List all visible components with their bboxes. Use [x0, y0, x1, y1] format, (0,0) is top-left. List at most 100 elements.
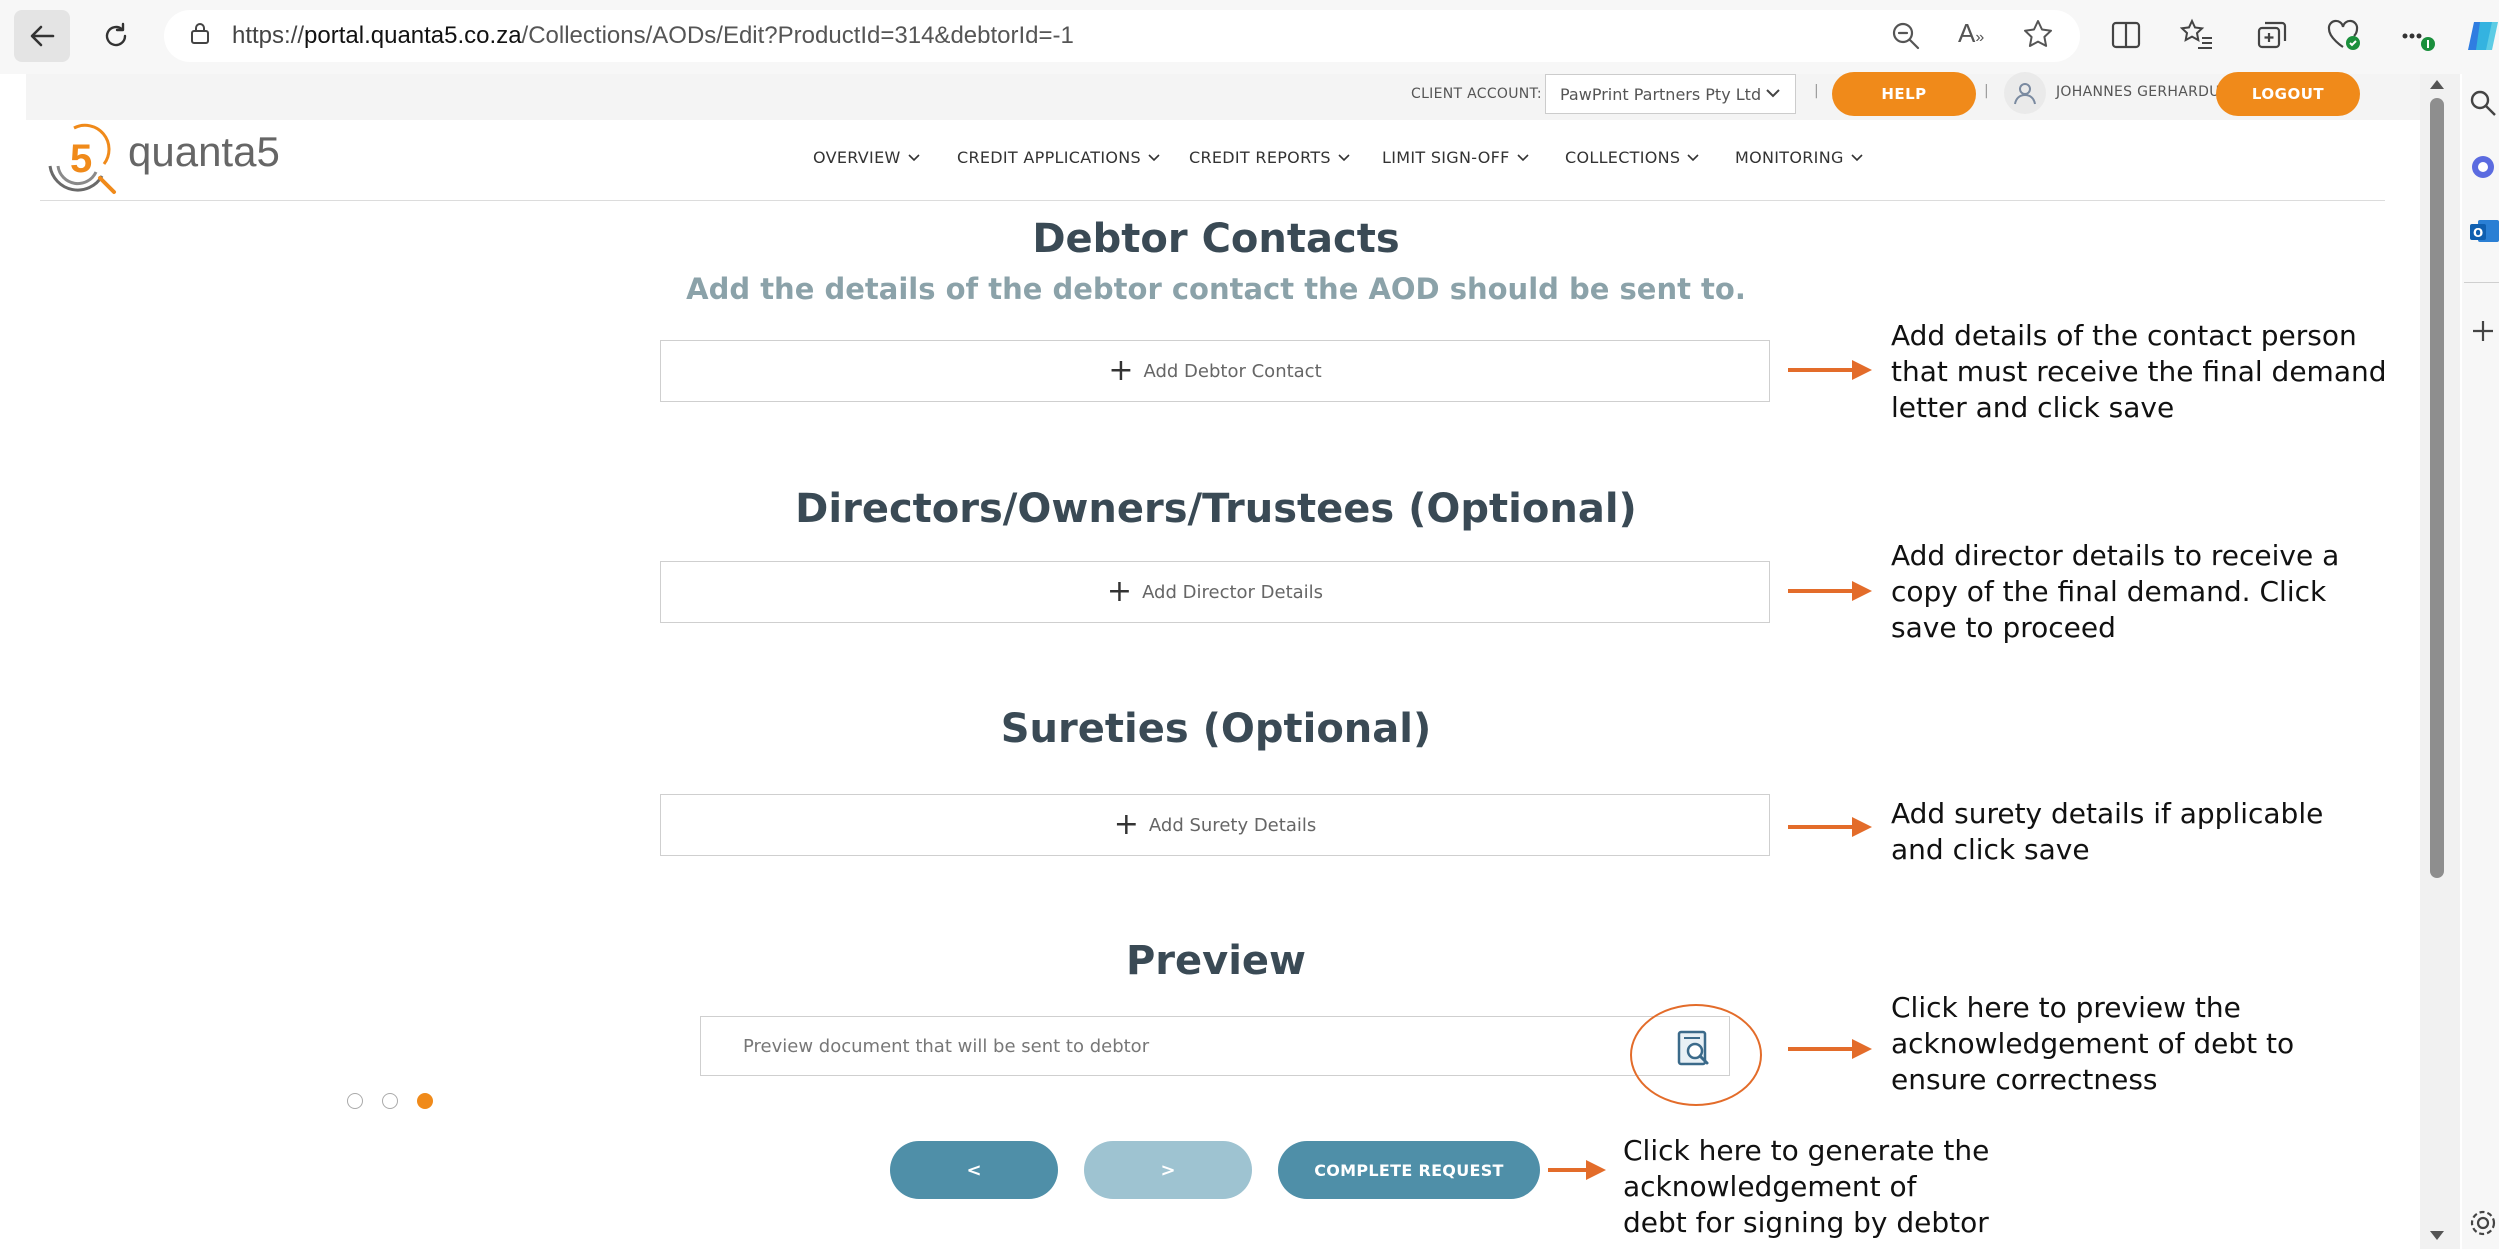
add-surety-details-label: Add Surety Details	[1148, 814, 1317, 836]
copilot-icon[interactable]	[2466, 18, 2499, 58]
chevron-down-icon	[1338, 153, 1350, 161]
note-line: letter and click save	[1891, 391, 2175, 424]
help-button[interactable]: HELP	[1832, 72, 1976, 116]
zoom-out-icon[interactable]	[1890, 20, 1922, 56]
add-surety-details-button[interactable]: + Add Surety Details	[660, 794, 1770, 856]
add-director-details-label: Add Director Details	[1142, 581, 1324, 603]
scroll-up-icon[interactable]	[2428, 76, 2446, 95]
preview-title: Preview	[1125, 938, 1307, 984]
user-name: JOHANNES GERHARDUS	[2056, 84, 2229, 100]
annotation-debtor-contact: Add details of the contact person that m…	[1891, 318, 2387, 426]
nav-overview[interactable]: OVERVIEW	[813, 148, 921, 167]
svg-text:5: 5	[70, 137, 92, 181]
step-dot-2[interactable]	[382, 1093, 398, 1109]
arrowhead-icon	[1586, 1160, 1606, 1180]
nav-credit-reports[interactable]: CREDIT REPORTS	[1189, 148, 1351, 167]
annotation-highlight-circle	[1630, 1004, 1762, 1106]
copilot-sidebar-icon[interactable]	[2468, 152, 2499, 186]
scroll-down-icon[interactable]	[2428, 1228, 2446, 1247]
note-line: debt for signing by debtor	[1623, 1206, 1989, 1239]
browser-sidebar	[2462, 74, 2499, 1249]
nav-limit-sign-off[interactable]: LIMIT SIGN-OFF	[1382, 148, 1530, 167]
read-aloud-icon[interactable]: A»	[1958, 18, 1984, 49]
client-account-label: CLIENT ACCOUNT:	[1411, 86, 1542, 102]
annotation-arrow	[1788, 589, 1854, 593]
step-dot-1[interactable]	[347, 1093, 363, 1109]
user-avatar-icon[interactable]	[2004, 72, 2046, 114]
plus-icon: +	[1113, 807, 1139, 842]
client-account-value: PawPrint Partners Pty Ltd	[1560, 84, 1762, 104]
debtor-contacts-subtitle: Add the details of the debtor contact th…	[686, 272, 1746, 306]
header-divider	[40, 200, 2385, 201]
browser-essentials-icon[interactable]	[2326, 18, 2362, 56]
annotation-preview: Click here to preview the acknowledgemen…	[1891, 990, 2294, 1098]
split-screen-icon[interactable]	[2110, 20, 2142, 54]
refresh-icon[interactable]	[88, 10, 144, 62]
step-dot-3-active[interactable]	[417, 1093, 433, 1109]
url-prefix: https://	[232, 22, 305, 49]
plus-icon: +	[1106, 574, 1133, 609]
annotation-arrow	[1788, 1047, 1854, 1051]
add-director-details-button[interactable]: + Add Director Details	[660, 561, 1770, 623]
separator: |	[1814, 83, 1820, 99]
annotation-arrow	[1788, 368, 1854, 372]
complete-request-button[interactable]: COMPLETE REQUEST	[1278, 1141, 1540, 1199]
preview-field: Preview document that will be sent to de…	[700, 1016, 1730, 1076]
chevron-down-icon	[1517, 153, 1529, 161]
note-line: copy of the final demand. Click	[1891, 575, 2327, 608]
url-host: portal.quanta5.co.za	[304, 22, 522, 49]
note-line: Click here to generate the	[1623, 1134, 1990, 1167]
address-bar[interactable]: https://portal.quanta5.co.za/Collections…	[164, 10, 2080, 62]
arrowhead-icon	[1852, 817, 1872, 837]
note-line: Add details of the contact person	[1891, 319, 2357, 352]
chevron-down-icon	[1851, 153, 1863, 161]
nav-label: CREDIT APPLICATIONS	[957, 148, 1141, 167]
annotation-complete: Click here to generate the acknowledgeme…	[1623, 1133, 1989, 1241]
nav-label: CREDIT REPORTS	[1189, 148, 1331, 167]
note-line: Click here to preview the	[1891, 991, 2241, 1024]
svg-text:O: O	[2473, 226, 2483, 240]
nav-label: LIMIT SIGN-OFF	[1382, 148, 1510, 167]
chevron-down-icon	[1765, 85, 1781, 105]
debtor-contacts-title: Debtor Contacts	[1032, 216, 1400, 262]
arrowhead-icon	[1852, 1039, 1872, 1059]
scrollbar-thumb[interactable]	[2430, 98, 2444, 878]
annotation-director: Add director details to receive a copy o…	[1891, 538, 2339, 646]
sureties-title: Sureties (Optional)	[1000, 706, 1432, 752]
settings-gear-icon[interactable]	[2468, 1208, 2498, 1242]
next-button[interactable]: >	[1084, 1141, 1252, 1199]
sidebar-divider	[2464, 282, 2499, 283]
search-icon[interactable]	[2468, 88, 2498, 122]
note-line: acknowledgement of debt to	[1891, 1027, 2295, 1060]
logo-text: quanta5	[128, 128, 280, 175]
nav-monitoring[interactable]: MONITORING	[1735, 148, 1864, 167]
favorite-star-icon[interactable]	[2022, 18, 2054, 54]
note-line: ensure correctness	[1891, 1063, 2158, 1096]
collections-icon[interactable]	[2256, 20, 2288, 54]
separator: |	[1984, 83, 1990, 99]
favorites-list-icon[interactable]	[2179, 18, 2214, 54]
back-arrow-icon[interactable]	[14, 10, 70, 62]
annotation-surety: Add surety details if applicable and cli…	[1891, 796, 2323, 868]
add-debtor-contact-button[interactable]: + Add Debtor Contact	[660, 340, 1770, 402]
preview-placeholder: Preview document that will be sent to de…	[743, 1035, 1150, 1057]
outlook-icon[interactable]: O	[2468, 216, 2499, 250]
plus-icon: +	[1108, 353, 1134, 388]
nav-label: OVERVIEW	[813, 148, 901, 167]
url-path: /Collections/AODs/Edit?ProductId=314&deb…	[521, 22, 1074, 49]
client-account-select[interactable]: PawPrint Partners Pty Ltd	[1545, 74, 1796, 114]
more-options-icon[interactable]	[2400, 20, 2436, 56]
note-line: Add surety details if applicable	[1891, 797, 2324, 830]
lock-icon	[190, 21, 210, 52]
annotation-arrow	[1788, 825, 1854, 829]
add-sidebar-app-icon[interactable]	[2470, 318, 2496, 348]
note-line: Add director details to receive a	[1891, 539, 2340, 572]
nav-credit-applications[interactable]: CREDIT APPLICATIONS	[957, 148, 1161, 167]
nav-label: MONITORING	[1735, 148, 1844, 167]
chevron-down-icon	[1148, 153, 1160, 161]
previous-button[interactable]: <	[890, 1141, 1058, 1199]
note-line: acknowledgement of	[1623, 1170, 1917, 1203]
note-line: that must receive the final demand	[1891, 355, 2387, 388]
nav-collections[interactable]: COLLECTIONS	[1565, 148, 1700, 167]
logout-button[interactable]: LOGOUT	[2216, 72, 2360, 116]
